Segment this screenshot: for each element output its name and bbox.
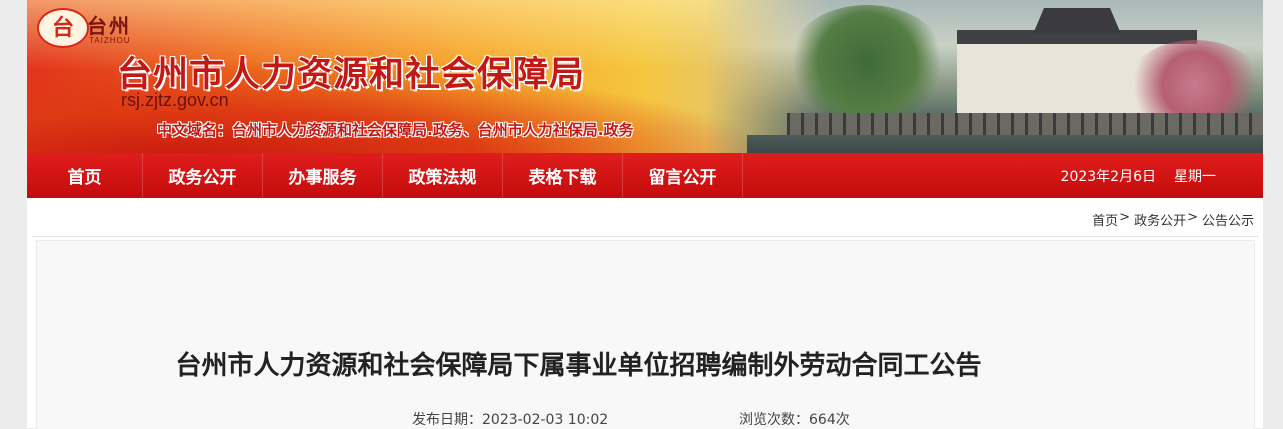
header-banner: 台 台州 TAIZHOU 台州市人力资源和社会保障局 rsj.zjtz.gov.…	[27, 0, 1263, 153]
chinese-domain-2: 台州市人力社保局.政务	[477, 121, 634, 139]
article-title: 台州市人力资源和社会保障局下属事业单位招聘编制外劳动合同工公告	[175, 351, 982, 381]
view-count: 浏览次数：664次	[739, 412, 850, 428]
nav-item-government-affairs[interactable]: 政务公开	[143, 153, 263, 198]
breadcrumb: 首页 > 政务公开 > 公告公示	[1092, 210, 1254, 229]
breadcrumb-announcements[interactable]: 公告公示	[1202, 210, 1254, 229]
nav-item-home[interactable]: 首页	[27, 153, 143, 198]
banner-bridge	[787, 113, 1263, 135]
chinese-domain-label: 中文域名：	[157, 121, 233, 139]
main-nav: 首页 政务公开 办事服务 政策法规 表格下载 留言公开 2023年2月6日 星期…	[27, 153, 1263, 198]
banner-water	[747, 135, 1263, 153]
article-panel: 台州市人力资源和社会保障局下属事业单位招聘编制外劳动合同工公告 发布日期：202…	[36, 240, 1255, 429]
logo-text: 台州	[87, 14, 131, 38]
current-weekday: 星期一	[1174, 168, 1216, 185]
site-url: rsj.zjtz.gov.cn	[121, 90, 229, 110]
breadcrumb-government-affairs[interactable]: 政务公开	[1134, 210, 1186, 229]
nav-item-services[interactable]: 办事服务	[263, 153, 383, 198]
nav-item-policies[interactable]: 政策法规	[383, 153, 503, 198]
breadcrumb-separator: >	[1119, 210, 1131, 225]
nav-item-public-messages[interactable]: 留言公开	[623, 153, 743, 198]
chinese-domain-1: 台州市人力资源和社会保障局.政务	[232, 121, 463, 139]
chinese-domain-line: 中文域名：台州市人力资源和社会保障局.政务、台州市人力社保局.政务	[157, 119, 633, 140]
breadcrumb-separator: >	[1187, 210, 1198, 225]
nav-item-forms-download[interactable]: 表格下载	[503, 153, 623, 198]
breadcrumb-home[interactable]: 首页	[1092, 210, 1118, 229]
logo-subtext: TAIZHOU	[89, 36, 131, 45]
city-logo-icon: 台	[37, 8, 89, 48]
chinese-domain-separator: 、	[462, 121, 478, 139]
page-container: 台 台州 TAIZHOU 台州市人力资源和社会保障局 rsj.zjtz.gov.…	[27, 0, 1263, 429]
current-date: 2023年2月6日	[1060, 168, 1156, 185]
nav-date: 2023年2月6日 星期一	[1061, 153, 1216, 198]
publish-date: 发布日期：2023-02-03 10:02	[412, 412, 609, 428]
breadcrumb-bar: 首页 > 政务公开 > 公告公示	[32, 198, 1258, 237]
banner-trees	[787, 5, 947, 120]
